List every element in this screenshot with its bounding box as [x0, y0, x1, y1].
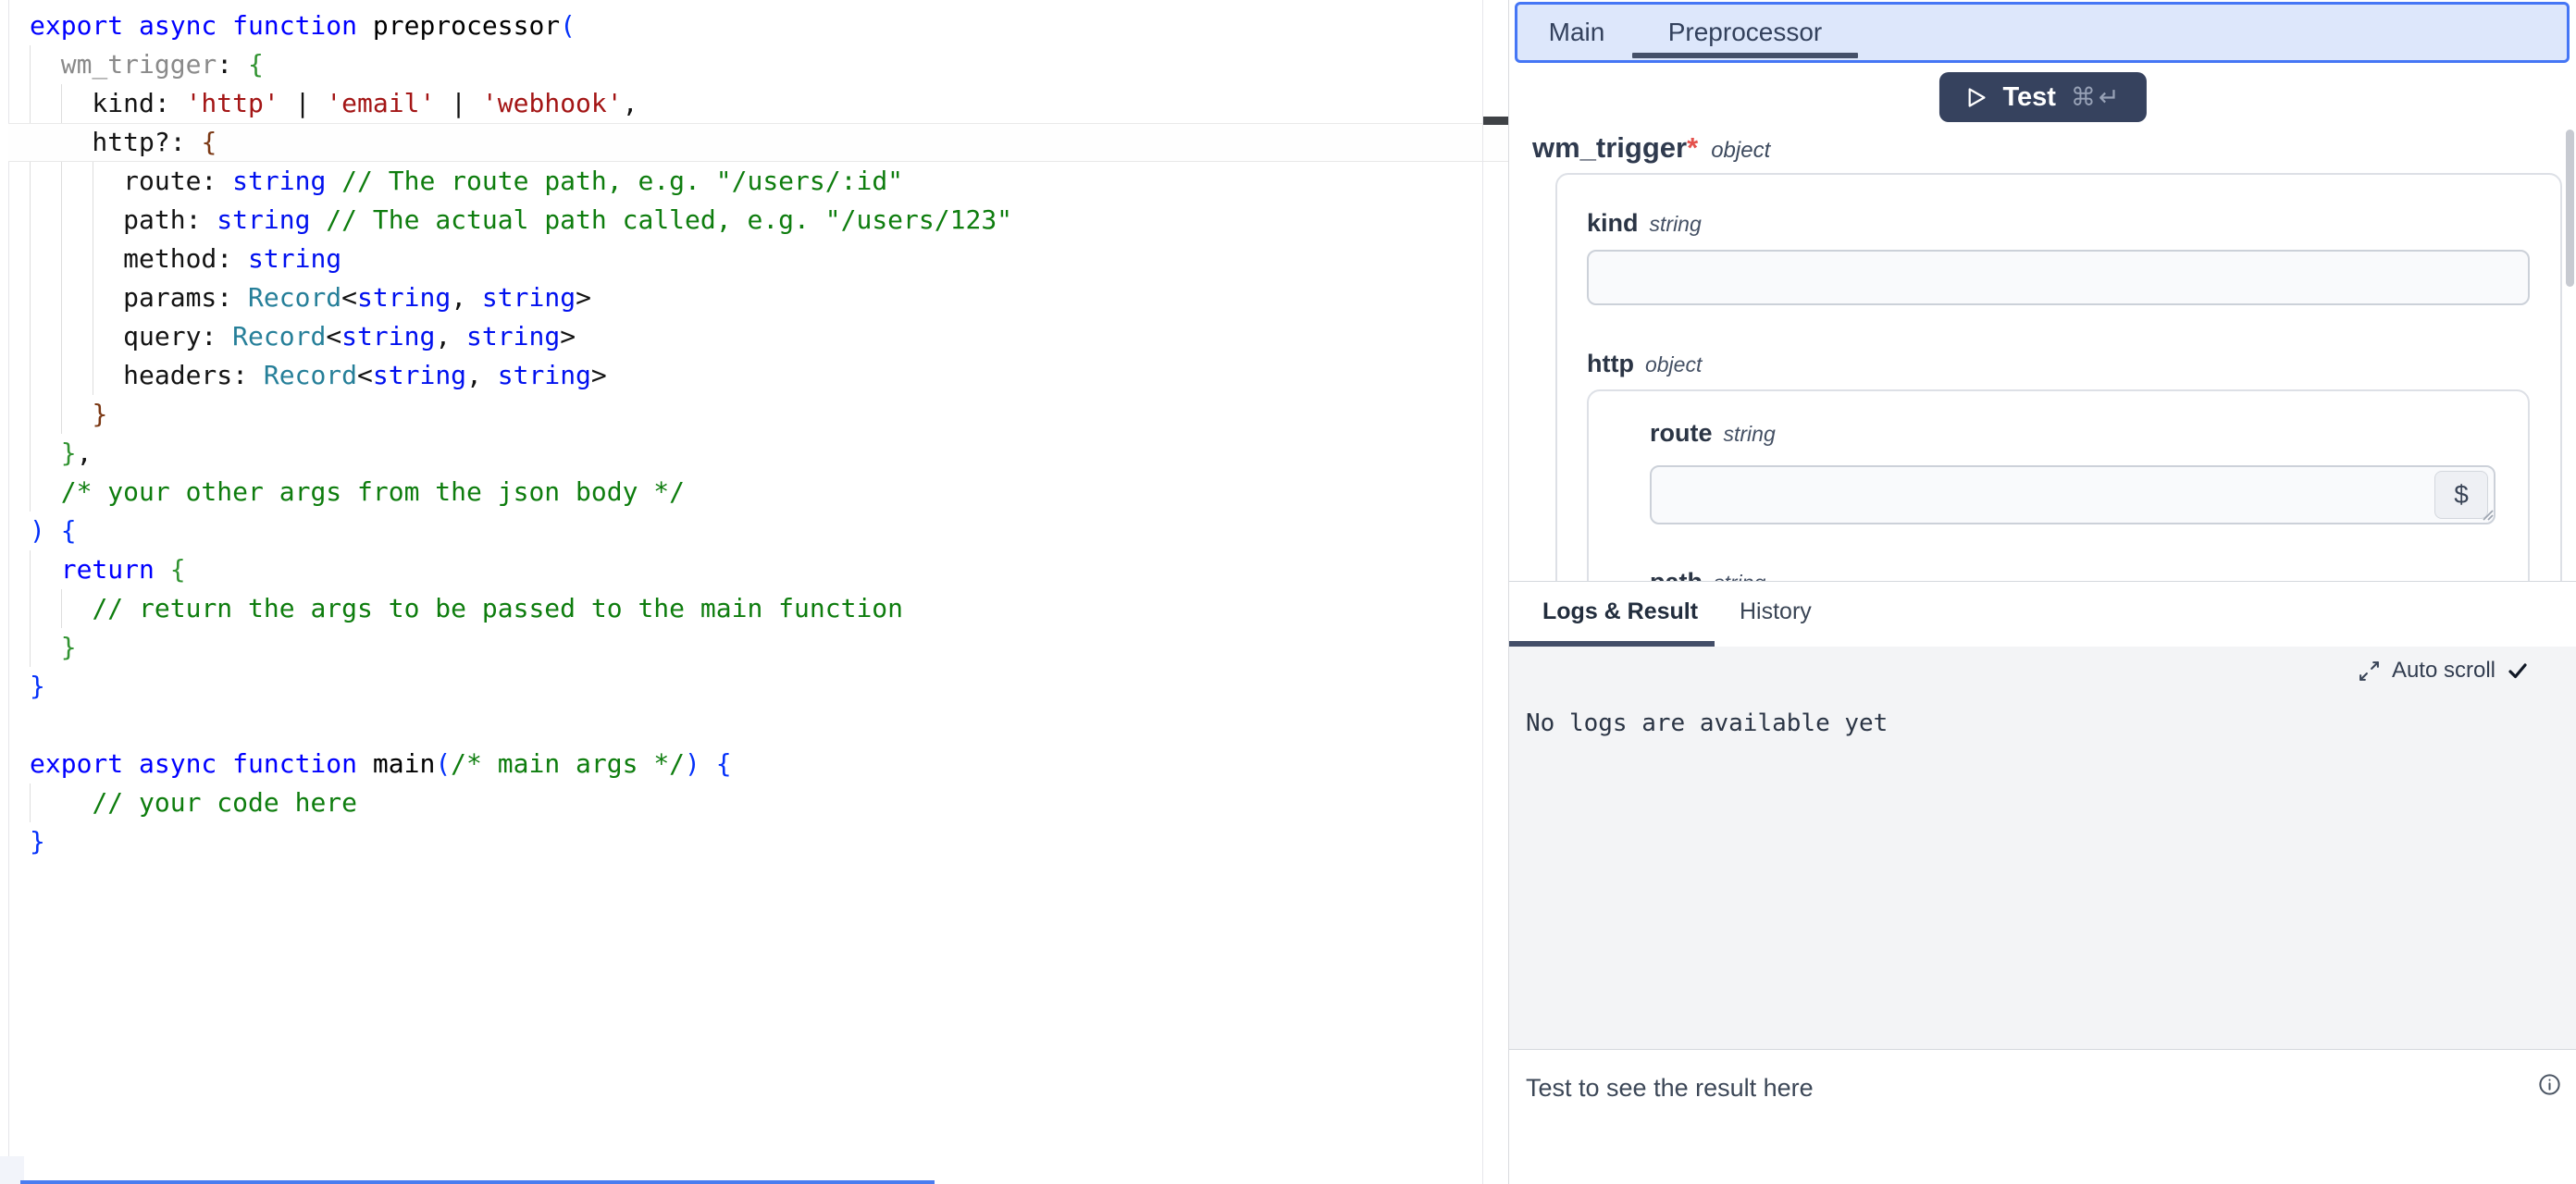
- code-line: }: [30, 628, 1012, 667]
- code-line: // return the args to be passed to the m…: [30, 589, 1012, 628]
- code-line: export async function preprocessor(: [30, 6, 1012, 45]
- code-line: export async function main(/* main args …: [30, 745, 1012, 783]
- http-field-label: http object: [1587, 350, 1702, 378]
- auto-scroll-label: Auto scroll: [2392, 658, 2496, 684]
- code-line: ) {: [30, 512, 1012, 550]
- expand-icon: [2358, 660, 2381, 683]
- code-line: headers: Record<string, string>: [30, 356, 1012, 395]
- logs-tabbar: Logs & Result History: [1509, 582, 2576, 647]
- test-button[interactable]: Test ⌘↵: [1938, 72, 2146, 122]
- tab-main[interactable]: Main: [1521, 5, 1632, 60]
- route-input[interactable]: [1650, 465, 2496, 524]
- kind-input[interactable]: [1587, 250, 2530, 305]
- empty-logs-message: No logs are available yet: [1526, 709, 1888, 737]
- field-name: kind: [1587, 209, 1639, 238]
- tab-history[interactable]: History: [1740, 598, 1812, 625]
- check-icon: [2507, 660, 2529, 682]
- result-placeholder-text: Test to see the result here: [1526, 1074, 1814, 1103]
- code-line: kind: 'http' | 'email' | 'webhook',: [30, 84, 1012, 123]
- kind-field-label: kind string: [1587, 209, 1702, 238]
- bottom-drawer-accent-line: [20, 1180, 935, 1184]
- field-type: object: [1711, 138, 1770, 164]
- code-line: params: Record<string, string>: [30, 278, 1012, 317]
- code-line: }: [30, 822, 1012, 861]
- code-line: /* your other args from the json body */: [30, 473, 1012, 512]
- field-type: object: [1645, 352, 1702, 377]
- logs-section: Logs & Result History Auto scroll: [1509, 581, 2576, 1184]
- overview-ruler-cursor-marker[interactable]: [1483, 117, 1508, 125]
- script-editor-screen: export async function preprocessor( wm_t…: [0, 0, 2576, 1184]
- code-line: }: [30, 395, 1012, 434]
- field-name: wm_trigger: [1532, 131, 1687, 164]
- field-type: string: [1650, 212, 1702, 237]
- tab-logs-result[interactable]: Logs & Result: [1542, 598, 1698, 625]
- info-icon[interactable]: [2537, 1072, 2562, 1102]
- path-field-label-clipped: path string: [1650, 568, 1765, 581]
- code-line: wm_trigger: {: [30, 45, 1012, 84]
- run-panel: Main Preprocessor Test ⌘↵ wm_trigger* ob…: [1508, 0, 2576, 1184]
- code-line: [30, 706, 1012, 745]
- schema-form: wm_trigger* object kind string http obje…: [1509, 130, 2576, 581]
- required-marker: *: [1687, 131, 1698, 164]
- tab-preprocessor[interactable]: Preprocessor: [1632, 5, 1858, 60]
- auto-scroll-toggle[interactable]: Auto scroll: [2358, 658, 2529, 684]
- field-type: string: [1724, 422, 1776, 447]
- code-line: }: [30, 667, 1012, 706]
- code-editor[interactable]: export async function preprocessor( wm_t…: [0, 0, 1508, 1184]
- test-button-label: Test: [2002, 82, 2055, 113]
- code-line: path: string // The actual path called, …: [30, 201, 1012, 240]
- code-line: http?: {: [30, 123, 1012, 162]
- code-line: },: [30, 434, 1012, 473]
- code-line: method: string: [30, 240, 1012, 278]
- code-line: route: string // The route path, e.g. "/…: [30, 162, 1012, 201]
- route-input-wrap: $: [1650, 465, 2496, 524]
- code-line: query: Record<string, string>: [30, 317, 1012, 356]
- field-name: path: [1650, 568, 1703, 581]
- active-tab-underline: [1632, 53, 1858, 58]
- test-shortcut-label: ⌘↵: [2071, 83, 2123, 112]
- code-content: export async function preprocessor( wm_t…: [30, 6, 1012, 861]
- editor-left-border: [8, 0, 9, 1184]
- field-type: string: [1714, 571, 1765, 581]
- play-icon: [1963, 85, 1988, 110]
- code-line: // your code here: [30, 783, 1012, 822]
- result-footer: Test to see the result here: [1509, 1049, 2576, 1184]
- wm-trigger-field-title: wm_trigger* object: [1532, 131, 1770, 165]
- logs-output-area: Auto scroll No logs are available yet: [1509, 647, 2576, 1049]
- field-name: http: [1587, 350, 1634, 378]
- resize-grip-icon[interactable]: [2478, 505, 2495, 526]
- field-name: route: [1650, 419, 1713, 448]
- code-line: return {: [30, 550, 1012, 589]
- form-scrollbar-thumb[interactable]: [2566, 130, 2574, 287]
- editor-right-border: [1482, 0, 1483, 1184]
- function-tabbar: Main Preprocessor: [1515, 2, 2570, 63]
- route-field-label: route string: [1650, 419, 1776, 448]
